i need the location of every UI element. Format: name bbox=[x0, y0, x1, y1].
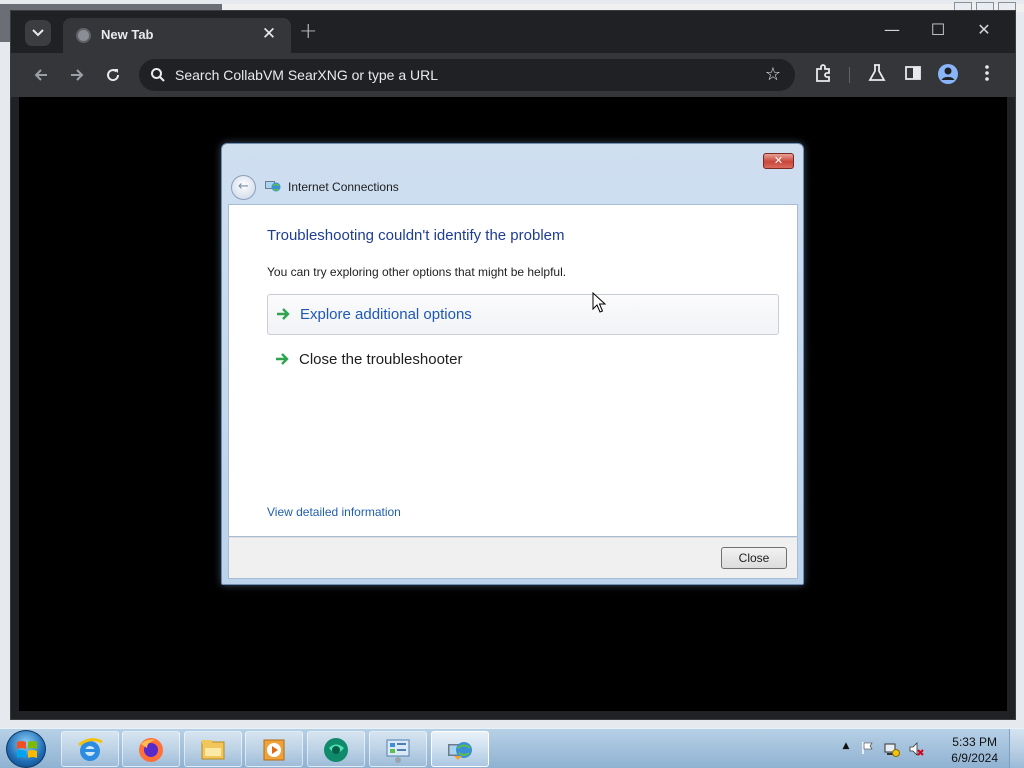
new-tab-button[interactable]: + bbox=[299, 19, 317, 44]
globe-icon bbox=[76, 28, 91, 43]
explore-additional-options-link[interactable]: Explore additional options bbox=[267, 294, 779, 335]
search-icon bbox=[151, 68, 165, 82]
show-desktop-button[interactable] bbox=[1009, 729, 1024, 768]
troubleshooter-dialog: ✕ ← Internet Connections Troubleshooting… bbox=[221, 143, 804, 585]
internet-explorer-icon bbox=[78, 738, 103, 761]
back-arrow-icon[interactable]: ← bbox=[231, 175, 256, 200]
firefox-icon bbox=[139, 738, 163, 762]
internet-connections-icon bbox=[265, 181, 281, 192]
taskbar-internet-explorer[interactable] bbox=[61, 731, 119, 767]
green-arrow-icon bbox=[277, 308, 290, 320]
close-troubleshooter-link[interactable]: Close the troubleshooter bbox=[267, 340, 779, 381]
close-button[interactable]: Close bbox=[721, 547, 787, 569]
toolbar-divider bbox=[849, 67, 850, 83]
arrow-left-icon bbox=[34, 69, 47, 81]
tab-strip: New Tab ✕ + — ☐ ✕ bbox=[11, 11, 1015, 53]
reload-icon bbox=[107, 69, 120, 82]
dialog-title: Internet Connections bbox=[288, 180, 399, 194]
option-label: Explore additional options bbox=[300, 306, 472, 323]
dialog-close-button[interactable]: ✕ bbox=[763, 153, 794, 169]
start-button[interactable] bbox=[6, 730, 46, 768]
tab-new-tab[interactable]: New Tab ✕ bbox=[63, 18, 291, 53]
view-detailed-information-link[interactable]: View detailed information bbox=[267, 505, 401, 519]
taskbar-network-troubleshooter[interactable] bbox=[431, 731, 489, 767]
clock-date: 6/9/2024 bbox=[951, 751, 998, 765]
kebab-menu-icon[interactable] bbox=[977, 63, 999, 85]
maximize-button[interactable]: ☐ bbox=[923, 20, 953, 44]
minimize-button[interactable]: — bbox=[877, 20, 907, 44]
tab-search-button[interactable] bbox=[25, 20, 51, 46]
omnibox[interactable]: Search CollabVM SearXNG or type a URL ☆ bbox=[139, 59, 795, 91]
show-hidden-icons-button[interactable]: ▲ bbox=[838, 741, 854, 757]
action-center-flag-icon[interactable] bbox=[860, 741, 876, 757]
arrow-right-icon bbox=[71, 69, 84, 81]
network-troubleshooter-icon bbox=[448, 742, 472, 760]
side-panel-icon[interactable] bbox=[903, 63, 925, 85]
taskbar-media-player[interactable] bbox=[245, 731, 303, 767]
windows-logo-icon bbox=[17, 741, 37, 758]
browser-app-icon bbox=[324, 738, 348, 762]
taskbar-firefox[interactable] bbox=[122, 731, 180, 767]
chevron-down-icon bbox=[32, 29, 44, 37]
control-panel-icon bbox=[386, 739, 410, 763]
tab-close-icon[interactable]: ✕ bbox=[259, 24, 279, 44]
dialog-content: Troubleshooting couldn't identify the pr… bbox=[228, 204, 798, 537]
labs-flask-icon[interactable] bbox=[867, 63, 889, 85]
volume-muted-icon[interactable] bbox=[908, 741, 924, 757]
clock-time: 5:33 PM bbox=[952, 735, 997, 749]
taskbar-clock[interactable]: 5:33 PM 6/9/2024 bbox=[951, 734, 998, 766]
bookmark-star-icon[interactable]: ☆ bbox=[765, 64, 781, 85]
system-tray: ▲ 5:33 PM 6/9/2024 bbox=[834, 729, 1024, 768]
network-icon[interactable] bbox=[884, 741, 900, 757]
dialog-footer: Close bbox=[228, 537, 798, 579]
taskbar: ▲ 5:33 PM 6/9/2024 bbox=[0, 728, 1024, 768]
file-explorer-icon bbox=[201, 740, 225, 760]
omnibox-placeholder: Search CollabVM SearXNG or type a URL bbox=[175, 67, 438, 83]
forward-button[interactable] bbox=[65, 63, 89, 87]
dialog-heading: Troubleshooting couldn't identify the pr… bbox=[267, 227, 565, 244]
option-label: Close the troubleshooter bbox=[299, 351, 463, 368]
taskbar-browser[interactable] bbox=[307, 731, 365, 767]
tab-title: New Tab bbox=[101, 27, 154, 42]
reload-button[interactable] bbox=[101, 63, 125, 87]
media-player-icon bbox=[263, 739, 285, 761]
dialog-subtext: You can try exploring other options that… bbox=[267, 265, 567, 279]
profile-avatar-icon[interactable] bbox=[937, 63, 959, 85]
close-window-button[interactable]: ✕ bbox=[969, 20, 999, 44]
mouse-pointer-icon bbox=[592, 292, 606, 313]
extensions-icon[interactable] bbox=[813, 63, 835, 85]
taskbar-control-panel[interactable] bbox=[369, 731, 427, 767]
browser-toolbar: Search CollabVM SearXNG or type a URL ☆ bbox=[11, 53, 1015, 97]
taskbar-file-explorer[interactable] bbox=[184, 731, 242, 767]
back-button[interactable] bbox=[29, 63, 53, 87]
green-arrow-icon bbox=[276, 353, 289, 365]
